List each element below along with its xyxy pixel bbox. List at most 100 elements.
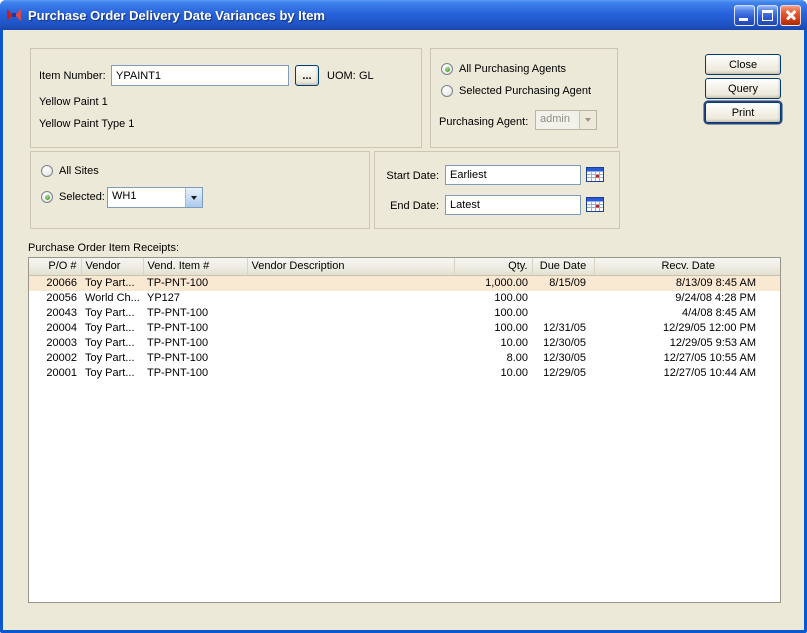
purchasing-agents-group: All Purchasing Agents Selected Purchasin… (430, 48, 618, 148)
cell-recv-date: 4/4/08 8:45 AM (594, 306, 781, 321)
maximize-button[interactable] (757, 5, 778, 26)
col-header-vendor-description[interactable]: Vendor Description (247, 258, 454, 275)
radio-unselected-icon (441, 85, 453, 97)
cell-vendor: World Ch... (81, 291, 143, 306)
close-button[interactable]: Close (705, 54, 781, 75)
all-sites-radio[interactable]: All Sites (41, 165, 99, 177)
all-purchasing-agents-radio[interactable]: All Purchasing Agents (441, 63, 566, 75)
maximize-icon (762, 10, 773, 21)
cell-vendor: Toy Part... (81, 306, 143, 321)
col-header-vend-item[interactable]: Vend. Item # (143, 258, 247, 275)
chevron-down-icon (579, 111, 596, 129)
cell-po: 20001 (29, 366, 81, 381)
item-number-input[interactable] (111, 65, 289, 86)
item-number-label: Item Number: (39, 69, 106, 83)
table-row[interactable]: 20004 Toy Part... TP-PNT-100 100.00 12/3… (29, 321, 781, 336)
start-date-calendar-button[interactable] (585, 166, 605, 184)
cell-recv-date: 12/29/05 9:53 AM (594, 336, 781, 351)
cell-recv-date: 12/27/05 10:55 AM (594, 351, 781, 366)
cell-po: 20003 (29, 336, 81, 351)
cell-description (247, 321, 454, 336)
selected-site-radio[interactable]: Selected: (41, 191, 105, 203)
all-sites-label: All Sites (59, 165, 99, 177)
receipts-section-label: Purchase Order Item Receipts: (28, 241, 179, 255)
col-header-recv-date[interactable]: Recv. Date (594, 258, 781, 275)
end-date-calendar-button[interactable] (585, 196, 605, 214)
end-date-label: End Date: (375, 199, 439, 213)
start-date-label: Start Date: (375, 169, 439, 183)
selected-site-label: Selected: (59, 191, 105, 203)
cell-vend-item: TP-PNT-100 (143, 336, 247, 351)
cell-description (247, 306, 454, 321)
query-button[interactable]: Query (705, 78, 781, 99)
start-date-input[interactable] (445, 165, 581, 185)
print-button[interactable]: Print (705, 102, 781, 123)
titlebar[interactable]: Purchase Order Delivery Date Variances b… (0, 0, 807, 30)
cell-po: 20066 (29, 275, 81, 291)
cell-qty: 10.00 (454, 366, 532, 381)
cell-po: 20002 (29, 351, 81, 366)
all-purchasing-agents-label: All Purchasing Agents (459, 63, 566, 75)
minimize-button[interactable] (734, 5, 755, 26)
item-description-2: Yellow Paint Type 1 (39, 117, 134, 131)
site-combobox[interactable]: WH1 (107, 187, 203, 208)
col-header-po[interactable]: P/O # (29, 258, 81, 275)
cell-due-date (532, 291, 594, 306)
cell-vendor: Toy Part... (81, 351, 143, 366)
selected-purchasing-agent-label: Selected Purchasing Agent (459, 85, 591, 97)
col-header-qty[interactable]: Qty. (454, 258, 532, 275)
cell-vendor: Toy Part... (81, 275, 143, 291)
cell-recv-date: 9/24/08 4:28 PM (594, 291, 781, 306)
cell-due-date: 12/30/05 (532, 336, 594, 351)
cell-po: 20004 (29, 321, 81, 336)
table-row[interactable]: 20043 Toy Part... TP-PNT-100 100.00 4/4/… (29, 306, 781, 321)
radio-selected-icon (441, 63, 453, 75)
cell-due-date (532, 306, 594, 321)
uom-value: GL (359, 69, 374, 83)
table-row[interactable]: 20001 Toy Part... TP-PNT-100 10.00 12/29… (29, 366, 781, 381)
cell-vend-item: TP-PNT-100 (143, 366, 247, 381)
cell-qty: 100.00 (454, 321, 532, 336)
minimize-icon (739, 18, 748, 21)
cell-po: 20056 (29, 291, 81, 306)
cell-due-date: 12/31/05 (532, 321, 594, 336)
selected-purchasing-agent-radio[interactable]: Selected Purchasing Agent (441, 85, 591, 97)
cell-vendor: Toy Part... (81, 321, 143, 336)
chevron-down-icon[interactable] (185, 188, 202, 207)
dates-group: Start Date: (374, 151, 620, 229)
close-window-button[interactable] (780, 5, 801, 26)
item-group: Item Number: ... UOM: GL Yellow Paint 1 … (30, 48, 422, 148)
cell-description (247, 351, 454, 366)
table-row[interactable]: 20003 Toy Part... TP-PNT-100 10.00 12/30… (29, 336, 781, 351)
table-row[interactable]: 20066 Toy Part... TP-PNT-100 1,000.00 8/… (29, 275, 781, 291)
cell-vend-item: YP127 (143, 291, 247, 306)
cell-description (247, 291, 454, 306)
col-header-due-date[interactable]: Due Date (532, 258, 594, 275)
col-header-vendor[interactable]: Vendor (81, 258, 143, 275)
purchasing-agent-label: Purchasing Agent: (439, 115, 528, 129)
end-date-input[interactable] (445, 195, 581, 215)
table-row[interactable]: 20056 World Ch... YP127 100.00 9/24/08 4… (29, 291, 781, 306)
cell-due-date: 12/29/05 (532, 366, 594, 381)
site-combobox-value: WH1 (108, 188, 185, 207)
cell-qty: 100.00 (454, 306, 532, 321)
app-icon (6, 7, 22, 23)
item-browse-button[interactable]: ... (295, 65, 319, 86)
sites-group: All Sites Selected: WH1 (30, 151, 370, 229)
uom-label: UOM: (327, 69, 356, 83)
calendar-icon (586, 200, 604, 215)
cell-due-date: 8/15/09 (532, 275, 594, 291)
window-title: Purchase Order Delivery Date Variances b… (28, 8, 325, 23)
table-row[interactable]: 20002 Toy Part... TP-PNT-100 8.00 12/30/… (29, 351, 781, 366)
calendar-icon (586, 170, 604, 185)
cell-vendor: Toy Part... (81, 336, 143, 351)
cell-vendor: Toy Part... (81, 366, 143, 381)
cell-due-date: 12/30/05 (532, 351, 594, 366)
cell-recv-date: 8/13/09 8:45 AM (594, 275, 781, 291)
table-header-row: P/O # Vendor Vend. Item # Vendor Descrip… (29, 258, 781, 275)
radio-unselected-icon (41, 165, 53, 177)
purchasing-agent-combobox: admin (535, 110, 597, 130)
window-controls (734, 5, 801, 26)
purchasing-agent-value: admin (536, 111, 579, 129)
cell-description (247, 275, 454, 291)
